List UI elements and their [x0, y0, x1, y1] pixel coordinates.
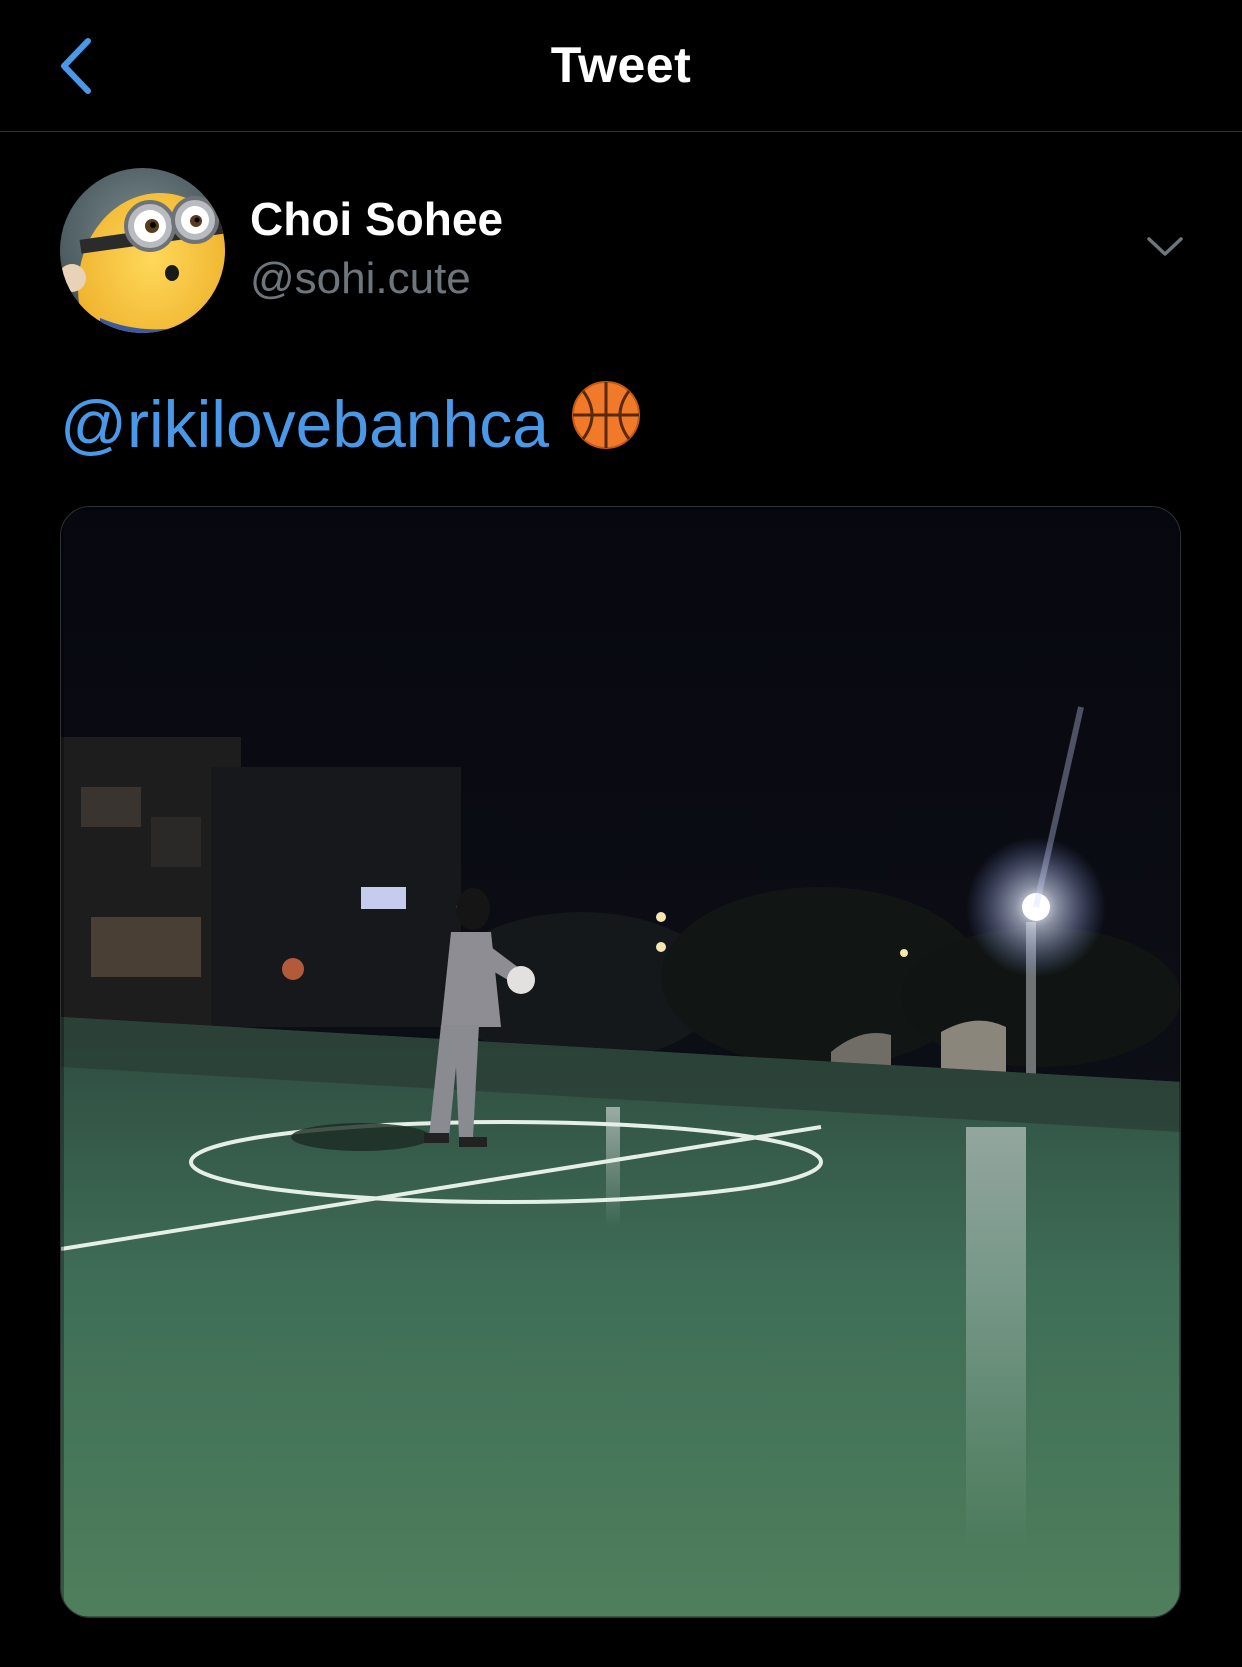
avatar[interactable] — [60, 168, 225, 333]
top-nav-bar: Tweet — [0, 0, 1242, 132]
tweet-text: @rikilovebanhca — [60, 381, 641, 467]
tweet-options-button[interactable] — [1140, 222, 1190, 272]
mention-link[interactable]: @rikilovebanhca — [60, 387, 549, 461]
minion-avatar-image — [60, 168, 225, 333]
basketball-icon — [571, 380, 641, 467]
author-handle: @sohi.cute — [250, 254, 471, 303]
video-frame — [61, 507, 1180, 1617]
chevron-down-icon — [1147, 237, 1183, 256]
page-title: Tweet — [550, 37, 692, 93]
tweet-video[interactable] — [60, 506, 1181, 1618]
author-display-name[interactable]: Choi Sohee — [250, 192, 503, 246]
